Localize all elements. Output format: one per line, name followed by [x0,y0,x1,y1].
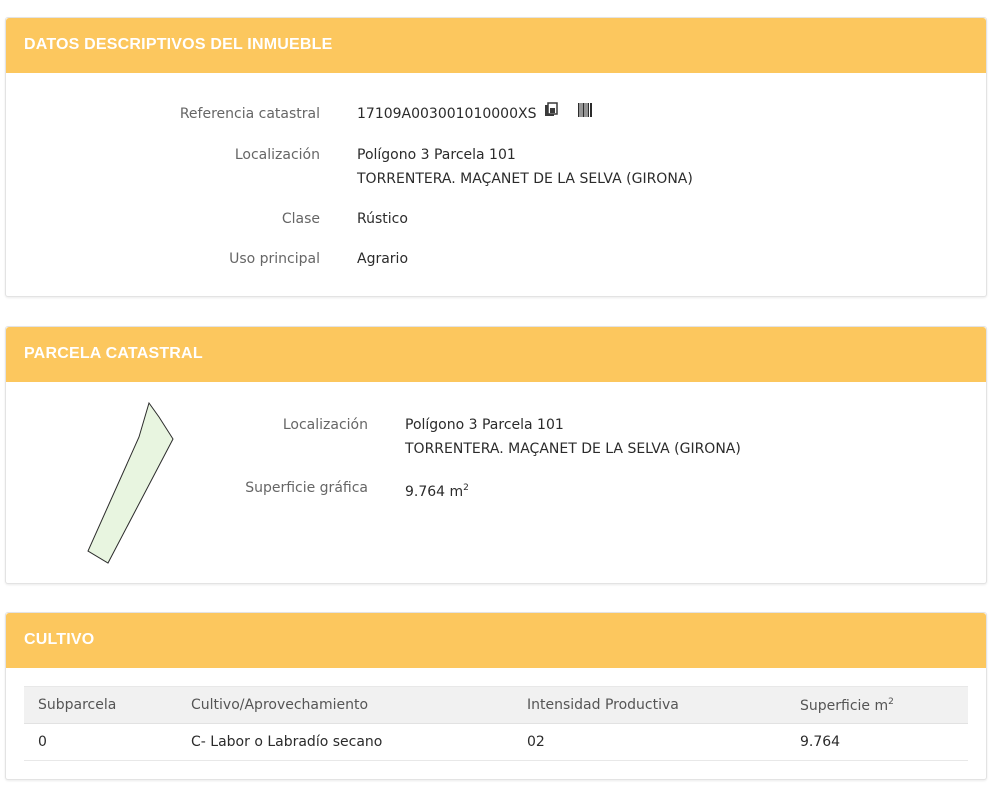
reference-value-row: 17109A003001010000XS [357,102,593,126]
col-surface-sup: 2 [888,696,894,707]
location-value: Polígono 3 Parcela 101 TORRENTERA. MAÇAN… [357,143,693,191]
descriptive-data-panel: DATOS DESCRIPTIVOS DEL INMUEBLE Referenc… [5,17,987,297]
cell-surface: 9.764 [786,723,968,761]
surface-label: Superficie gráfica [245,480,368,496]
crop-panel: CULTIVO Subparcela Cultivo/Aprovechamien… [5,612,987,780]
crop-title: CULTIVO [24,631,95,648]
parcel-shape [87,401,174,564]
copy-icon[interactable] [543,102,559,126]
cadastral-parcel-title: PARCELA CATASTRAL [24,345,203,362]
col-surface: Superficie m2 [786,686,968,724]
barcode-icon[interactable] [577,102,593,126]
class-label: Clase [281,211,320,227]
col-crop: Cultivo/Aprovechamiento [177,686,513,724]
crop-header: CULTIVO [6,613,986,668]
descriptive-data-title: DATOS DESCRIPTIVOS DEL INMUEBLE [24,36,333,53]
col-subparcel: Subparcela [24,686,177,724]
class-value: Rústico [357,211,408,227]
cell-crop: C- Labor o Labradío secano [177,723,513,761]
descriptive-data-header: DATOS DESCRIPTIVOS DEL INMUEBLE [6,18,986,73]
parcel-location-line1: Polígono 3 Parcela 101 [405,417,564,433]
cadastral-parcel-header: PARCELA CATASTRAL [6,327,986,382]
surface-unit-sup: 2 [463,483,469,493]
parcel-location-line2: TORRENTERA. MAÇANET DE LA SELVA (GIRONA) [405,441,741,457]
reference-value: 17109A003001010000XS [357,106,537,122]
location-line1: Polígono 3 Parcela 101 [357,147,516,163]
cell-intensity: 02 [513,723,786,761]
use-label: Uso principal [229,251,320,267]
reference-label: Referencia catastral [179,106,320,122]
parcel-location-label: Localización [282,417,368,433]
cadastral-parcel-panel: PARCELA CATASTRAL Localización Polígono … [5,326,987,584]
col-intensity: Intensidad Productiva [513,686,786,724]
col-surface-label: Superficie m [800,697,889,714]
surface-number: 9.764 m [405,484,464,500]
surface-value: 9.764 m2 [405,476,469,504]
location-label: Localización [234,147,320,163]
table-row: 0 C- Labor o Labradío secano 02 9.764 [24,723,968,761]
use-value: Agrario [357,251,409,267]
location-line2: TORRENTERA. MAÇANET DE LA SELVA (GIRONA) [357,171,693,187]
parcel-location-value: Polígono 3 Parcela 101 TORRENTERA. MAÇAN… [405,413,741,461]
cell-subparcel: 0 [24,723,177,761]
crop-table: Subparcela Cultivo/Aprovechamiento Inten… [24,686,968,761]
crop-table-header-row: Subparcela Cultivo/Aprovechamiento Inten… [24,686,968,724]
